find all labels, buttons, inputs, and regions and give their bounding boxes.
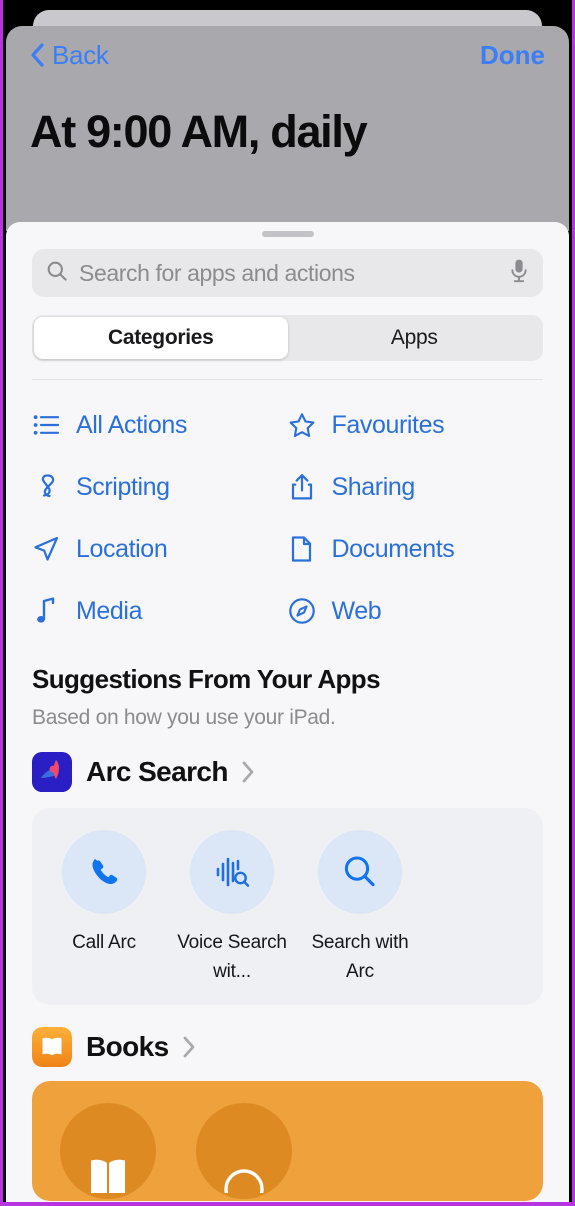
done-button[interactable]: Done <box>480 40 545 71</box>
categories-grid: All Actions Favourites Scripting Sharing <box>6 380 569 642</box>
suggestion-tile-voice-search[interactable]: Voice Search wit... <box>168 830 296 987</box>
search-icon <box>46 260 68 287</box>
segmented-control: Categories Apps <box>32 315 543 361</box>
suggestion-tile-label: Voice Search wit... <box>177 932 287 983</box>
books-app-icon <box>32 1026 72 1067</box>
category-label: Documents <box>331 534 455 563</box>
category-label: Scripting <box>76 472 170 501</box>
magnifier-icon <box>318 830 402 914</box>
music-note-icon <box>32 597 60 625</box>
microphone-icon[interactable] <box>509 258 529 289</box>
back-button-label: Back <box>52 39 109 70</box>
app-name: Arc Search <box>86 756 228 787</box>
search-input[interactable]: Search for apps and actions <box>32 249 543 297</box>
category-item-documents[interactable]: Documents <box>288 518 544 580</box>
suggestions-header: Suggestions From Your Apps Based on how … <box>6 642 569 730</box>
suggestion-tile-label: Search with Arc <box>311 932 409 983</box>
category-label: All Actions <box>76 410 187 439</box>
editor-nav-bar: Back Done <box>30 26 545 84</box>
search-input-placeholder: Search for apps and actions <box>79 259 355 286</box>
star-icon <box>288 411 316 439</box>
chevron-right-icon <box>183 1036 196 1058</box>
shortcut-editor-card: Back Done At 9:00 AM, daily <box>6 26 569 231</box>
app-name: Books <box>86 1030 169 1062</box>
suggestions-title: Suggestions From Your Apps <box>32 664 381 694</box>
share-icon <box>288 473 316 501</box>
category-label: Location <box>76 534 168 563</box>
category-item-web[interactable]: Web <box>288 580 544 642</box>
circle-icon[interactable] <box>196 1102 292 1199</box>
phone-icon <box>62 830 146 914</box>
category-item-sharing[interactable]: Sharing <box>288 456 544 518</box>
arc-search-app-icon <box>32 752 72 792</box>
scripting-icon <box>32 473 60 501</box>
action-picker-sheet: Search for apps and actions Categories A… <box>6 222 569 1202</box>
category-item-location[interactable]: Location <box>32 518 288 580</box>
category-item-all-actions[interactable]: All Actions <box>32 394 288 456</box>
arc-search-suggestion-tiles: Call Arc Voice Search wit... Search with… <box>32 808 543 1005</box>
voice-search-icon <box>190 830 274 914</box>
category-label: Web <box>331 596 382 625</box>
category-item-favourites[interactable]: Favourites <box>288 394 544 456</box>
location-arrow-icon <box>32 535 60 563</box>
compass-icon <box>288 597 316 625</box>
suggestions-subtitle: Based on how you use your iPad. <box>32 706 336 729</box>
document-icon <box>288 535 316 563</box>
open-book-icon[interactable] <box>60 1102 156 1199</box>
category-label: Favourites <box>331 410 445 439</box>
chevron-left-icon <box>30 43 45 67</box>
device-frame: Back Done At 9:00 AM, daily Search for a… <box>0 0 575 1206</box>
app-header-books[interactable]: Books <box>6 1005 569 1067</box>
back-button[interactable]: Back <box>30 40 109 71</box>
suggestion-tile-label: Call Arc <box>72 932 136 953</box>
list-bullet-icon <box>32 411 60 439</box>
category-item-media[interactable]: Media <box>32 580 288 642</box>
category-item-scripting[interactable]: Scripting <box>32 456 288 518</box>
app-header-arc-search[interactable]: Arc Search <box>6 730 569 792</box>
segmented-control-section: Categories Apps <box>6 297 569 380</box>
books-suggestion-tiles <box>32 1080 543 1201</box>
page-title: At 9:00 AM, daily <box>30 106 368 157</box>
category-label: Media <box>76 596 143 625</box>
search-section: Search for apps and actions <box>6 237 569 297</box>
category-label: Sharing <box>331 472 416 501</box>
chevron-right-icon <box>242 761 255 783</box>
suggestion-tile-call-arc[interactable]: Call Arc <box>40 830 168 987</box>
tab-apps[interactable]: Apps <box>288 317 542 359</box>
suggestion-tile-search-with-arc[interactable]: Search with Arc <box>296 830 424 987</box>
tab-categories[interactable]: Categories <box>34 317 288 359</box>
